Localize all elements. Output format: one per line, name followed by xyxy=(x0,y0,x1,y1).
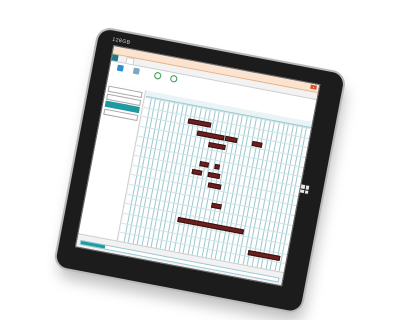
scene: 128GB x xyxy=(0,0,400,320)
refresh-icon xyxy=(169,74,178,83)
gantt-task-bar[interactable] xyxy=(199,160,210,168)
tablet-device: 128GB x xyxy=(54,28,345,313)
document-icon xyxy=(132,67,140,75)
calendar-icon xyxy=(116,64,124,72)
tab-file[interactable] xyxy=(111,54,119,62)
ribbon-button-1[interactable] xyxy=(111,64,128,82)
tablet-screen: x xyxy=(74,45,321,287)
ribbon-button-2[interactable] xyxy=(127,67,144,85)
windows-button-icon[interactable] xyxy=(299,184,310,194)
refresh-icon xyxy=(153,71,162,80)
ribbon-button-4[interactable] xyxy=(164,74,181,92)
gantt-task-bar[interactable] xyxy=(214,163,221,170)
ribbon-button-3[interactable] xyxy=(148,71,165,89)
close-button[interactable]: x xyxy=(310,84,317,90)
date-range-fill xyxy=(80,240,105,249)
